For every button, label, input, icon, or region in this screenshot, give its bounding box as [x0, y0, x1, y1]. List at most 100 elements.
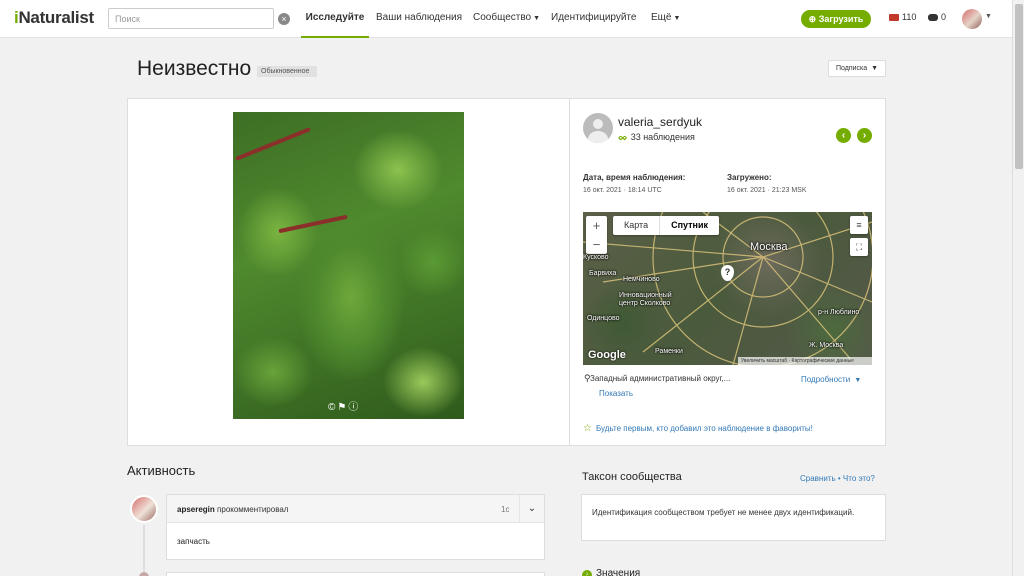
- activity-timeline: [143, 525, 145, 576]
- chevron-right-icon: ›: [582, 570, 592, 576]
- star-icon: ☆: [583, 423, 592, 434]
- observation-photo[interactable]: ©⚑ⓘ: [233, 112, 464, 419]
- photo-stem: [235, 127, 311, 161]
- place-name: Западный административный округ,...: [590, 374, 731, 383]
- previous-observation-button[interactable]: ‹: [836, 128, 851, 143]
- page-title: Неизвестно: [137, 57, 252, 80]
- activity-heading: Активность: [127, 463, 196, 478]
- details-label: Подробности: [801, 375, 851, 384]
- values-heading[interactable]: › Значения: [582, 568, 640, 576]
- map-attribution[interactable]: Увеличить масштаб · Картографические дан…: [738, 357, 872, 365]
- map-place-label: Немчиново: [623, 276, 660, 283]
- nav-more[interactable]: Ещё ▼: [651, 0, 680, 38]
- map-type-control[interactable]: Карта Спутник: [613, 216, 720, 235]
- add-favorite-link[interactable]: ☆ Будьте первым, кто добавил это наблюден…: [583, 423, 813, 434]
- chevron-down-icon[interactable]: ▼: [985, 13, 992, 20]
- location-details-link[interactable]: Подробности ▼: [801, 375, 861, 384]
- what-is-this-link[interactable]: Что это?: [843, 474, 875, 483]
- map-place-label: Инновационный центр Сколково: [619, 292, 672, 307]
- search-input[interactable]: [108, 8, 274, 29]
- logo-text: Naturalist: [18, 8, 94, 27]
- map-city-label: Москва: [750, 241, 788, 253]
- map-place-label: р-н Люблино: [818, 309, 860, 316]
- map-place-label: Раменки: [655, 348, 683, 355]
- comment-action: прокомментировал: [217, 505, 289, 514]
- messages-button[interactable]: 110: [889, 12, 916, 22]
- nav-identify[interactable]: Идентифицируйте: [551, 0, 636, 38]
- observer-username[interactable]: valeria_serdyuk: [618, 115, 702, 129]
- map-type-map[interactable]: Карта: [613, 216, 659, 235]
- chevron-down-icon: ▼: [871, 65, 879, 72]
- observed-date-value: 16 окт. 2021 · 18:14 UTC: [583, 187, 662, 194]
- nav-identify-label: Идентифицируйте: [551, 12, 637, 23]
- chevron-down-icon[interactable]: ⌄: [519, 495, 544, 523]
- map-type-satellite[interactable]: Спутник: [659, 216, 719, 235]
- observer-avatar[interactable]: [583, 113, 613, 143]
- chat-icon: [928, 14, 938, 21]
- map-place-label: Кусково: [583, 254, 609, 261]
- next-activity-card: [166, 572, 545, 576]
- observation-info-panel: valeria_serdyuk ᨖ 33 наблюдения ‹ › Дата,…: [570, 98, 886, 446]
- upload-label: Загрузить: [818, 14, 864, 24]
- photo-stem: [278, 214, 348, 234]
- inaturalist-logo[interactable]: iNaturalist: [14, 8, 94, 28]
- community-taxon-heading: Таксон сообщества: [582, 471, 682, 483]
- comment-card: apseregin прокомментировал 1с ⌄ запчасть: [166, 494, 545, 560]
- nav-more-label: Ещё: [651, 12, 672, 23]
- comment-body: запчасть: [177, 537, 210, 546]
- comment-header: apseregin прокомментировал 1с ⌄: [167, 495, 544, 523]
- subscribe-button[interactable]: Подписка ▼: [828, 60, 886, 77]
- comment-author-line: apseregin прокомментировал: [177, 505, 288, 514]
- next-observation-button[interactable]: ›: [857, 128, 872, 143]
- google-logo: Google: [588, 349, 626, 361]
- nav-community[interactable]: Сообщество ▼: [473, 0, 540, 38]
- upload-button[interactable]: ⊕ Загрузить: [801, 10, 871, 28]
- top-navbar: iNaturalist × Исследуйте Ваши наблюдения…: [0, 0, 1012, 38]
- map-place-label: Одинцово: [587, 315, 620, 322]
- uploaded-date-value: 16 окт. 2021 · 21:23 MSK: [727, 187, 807, 194]
- observed-date-label: Дата, время наблюдения:: [583, 173, 686, 182]
- photo-panel: ©⚑ⓘ: [127, 98, 570, 446]
- community-links: Сравнить • Что это?: [800, 474, 875, 483]
- zoom-in-icon[interactable]: +: [586, 216, 607, 235]
- map-place-label: Ж. Москва: [809, 342, 844, 349]
- nav-community-label: Сообщество: [473, 12, 532, 23]
- subscribe-label: Подписка: [835, 65, 868, 72]
- observation-count-label: 33 наблюдения: [630, 132, 695, 142]
- user-avatar[interactable]: [962, 9, 982, 29]
- values-heading-label: Значения: [596, 568, 641, 576]
- observer-observation-count[interactable]: ᨖ 33 наблюдения: [618, 132, 695, 143]
- mail-icon: [889, 14, 899, 21]
- page-scrollbar[interactable]: [1012, 0, 1024, 576]
- layers-icon[interactable]: ≡: [850, 216, 868, 234]
- scrollbar-thumb[interactable]: [1015, 4, 1023, 169]
- notifications-count: 0: [941, 12, 947, 22]
- timeline-dot: [139, 572, 149, 576]
- photo-license-icons[interactable]: ©⚑ⓘ: [328, 398, 360, 413]
- binoculars-icon: ᨖ: [618, 132, 628, 142]
- clear-search-icon[interactable]: ×: [278, 13, 290, 25]
- nav-explore[interactable]: Исследуйте: [301, 0, 369, 38]
- show-location-link[interactable]: Показать: [599, 389, 633, 398]
- favorite-text: Будьте первым, кто добавил это наблюдени…: [595, 424, 813, 433]
- chevron-down-icon: ▼: [673, 15, 681, 22]
- notifications-button[interactable]: 0: [928, 12, 946, 22]
- fullscreen-icon[interactable]: ⛶: [850, 238, 868, 256]
- community-taxon-box: Идентификация сообществом требует не мен…: [581, 494, 886, 541]
- nav-your-observations[interactable]: Ваши наблюдения: [376, 0, 462, 38]
- messages-count: 110: [902, 12, 917, 22]
- zoom-out-icon[interactable]: −: [586, 235, 607, 254]
- comment-time: 1с: [501, 505, 510, 514]
- comment-author[interactable]: apseregin: [177, 505, 215, 514]
- commenter-avatar[interactable]: [130, 495, 158, 523]
- chevron-down-icon: ▼: [854, 377, 862, 384]
- rank-badge: Обыкновенное: [257, 66, 318, 77]
- map-place-label: Барвиха: [589, 270, 617, 277]
- observation-map[interactable]: + − Карта Спутник ≡ ⛶ Москва Кусково Барви…: [583, 212, 872, 365]
- nav-your-observations-label: Ваши наблюдения: [376, 12, 463, 23]
- nav-explore-label: Исследуйте: [305, 12, 365, 23]
- compare-link[interactable]: Сравнить: [800, 474, 836, 483]
- chevron-down-icon: ▼: [533, 15, 541, 22]
- uploaded-date-label: Загружено:: [727, 173, 772, 182]
- zoom-controls[interactable]: + −: [586, 216, 607, 254]
